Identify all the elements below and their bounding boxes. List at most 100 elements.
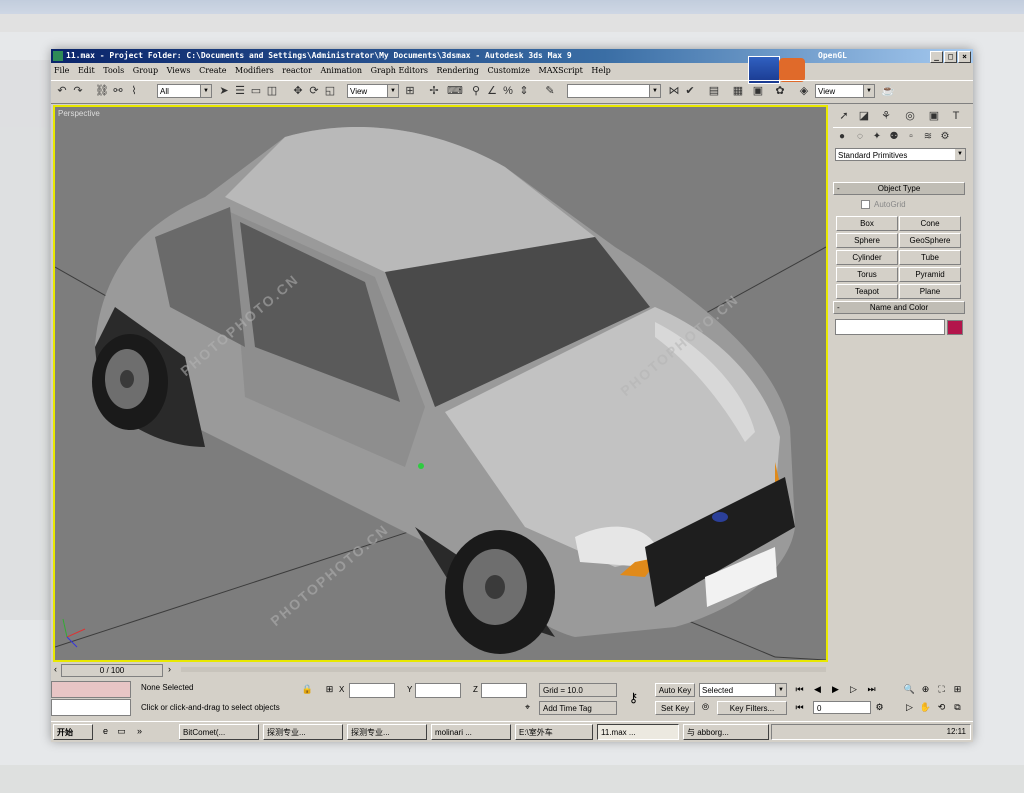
auto-key-button[interactable]: Auto Key <box>655 683 695 697</box>
cameras-icon[interactable]: ⚉ <box>887 130 901 144</box>
default-in-out-tangents-icon[interactable]: ⦾ <box>699 701 712 714</box>
current-frame-field[interactable]: 0 <box>813 701 871 714</box>
quick-launch-more-icon[interactable]: » <box>133 725 146 738</box>
key-filters-button[interactable]: Key Filters... <box>717 701 787 715</box>
move-icon[interactable]: ✥ <box>291 84 305 98</box>
menu-group[interactable]: Group <box>133 66 158 75</box>
geosphere-button[interactable]: GeoSphere <box>899 233 961 248</box>
menu-edit[interactable]: Edit <box>78 66 95 75</box>
maxscript-listener-mini[interactable] <box>51 681 131 698</box>
taskbar-item-abborg[interactable]: 与 abborg... <box>683 724 769 740</box>
space-warps-icon[interactable]: ≋ <box>921 130 935 144</box>
reference-coordinate-dropdown[interactable]: View ▼ <box>347 84 399 98</box>
create-tab-icon[interactable]: ➚ <box>835 108 853 124</box>
scale-icon[interactable]: ◱ <box>323 84 337 98</box>
link-icon[interactable]: ⛓ <box>95 84 109 98</box>
modify-tab-icon[interactable]: ◪ <box>855 108 873 124</box>
name-color-rollout[interactable]: - Name and Color <box>833 301 965 314</box>
track-bar[interactable] <box>181 667 826 672</box>
menu-file[interactable]: File <box>54 66 69 75</box>
plane-button[interactable]: Plane <box>899 284 961 299</box>
maximize-button[interactable]: □ <box>944 51 957 63</box>
quick-render-icon[interactable]: ☕ <box>881 84 895 98</box>
zoom-extents-all-icon[interactable]: ⊞ <box>951 683 964 696</box>
teapot-button[interactable]: Teapot <box>836 284 898 299</box>
go-to-start-icon[interactable]: ⏮ <box>793 683 806 696</box>
previous-frame-icon[interactable]: ◀ <box>811 683 824 696</box>
percent-snap-icon[interactable]: % <box>501 84 515 98</box>
next-frame-icon[interactable]: ▷ <box>847 683 860 696</box>
show-desktop-icon[interactable]: ▭ <box>115 725 128 738</box>
set-key-button[interactable]: Set Key <box>655 701 695 715</box>
curve-editor-icon[interactable]: ▦ <box>731 84 745 98</box>
selection-filter-dropdown[interactable]: All ▼ <box>157 84 212 98</box>
menu-maxscript[interactable]: MAXScript <box>539 66 583 75</box>
menu-modifiers[interactable]: Modifiers <box>235 66 274 75</box>
systems-icon[interactable]: ⚙ <box>938 130 952 144</box>
maximize-viewport-icon[interactable]: ⧉ <box>951 701 964 714</box>
align-icon[interactable]: ✔ <box>683 84 697 98</box>
undo-icon[interactable]: ↶ <box>55 84 69 98</box>
play-icon[interactable]: ▶ <box>829 683 842 696</box>
taskbar-item-molinari[interactable]: molinari ... <box>431 724 511 740</box>
taskbar-item-bitcomet[interactable]: BitComet(... <box>179 724 259 740</box>
zoom-icon[interactable]: 🔍 <box>903 683 916 696</box>
menu-reactor[interactable]: reactor <box>282 66 312 75</box>
render-scene-icon[interactable]: ◈ <box>797 84 811 98</box>
snap-toggle-icon[interactable]: ⚲ <box>469 84 483 98</box>
select-by-name-icon[interactable]: ☰ <box>233 84 247 98</box>
cylinder-button[interactable]: Cylinder <box>836 250 898 265</box>
time-configuration-icon[interactable]: ⚙ <box>873 701 886 714</box>
minimize-button[interactable]: _ <box>930 51 943 63</box>
select-manipulate-icon[interactable]: ✢ <box>427 84 441 98</box>
render-type-dropdown[interactable]: View ▼ <box>815 84 875 98</box>
menu-customize[interactable]: Customize <box>487 66 530 75</box>
shapes-icon[interactable]: ◌ <box>853 130 867 144</box>
named-selection-dropdown[interactable]: ▼ <box>567 84 661 98</box>
close-button[interactable]: × <box>958 51 971 63</box>
edit-named-selection-icon[interactable]: ✎ <box>543 84 557 98</box>
pan-icon[interactable]: ✋ <box>919 701 932 714</box>
key-mode-dropdown[interactable]: Selected ▼ <box>699 683 787 697</box>
utilities-tab-icon[interactable]: T <box>947 108 965 124</box>
pyramid-button[interactable]: Pyramid <box>899 267 961 282</box>
object-type-rollout[interactable]: - Object Type <box>833 182 965 195</box>
taskbar-item-folder[interactable]: E:\室外车 <box>515 724 593 740</box>
geometry-icon[interactable]: ● <box>835 130 849 144</box>
time-slider[interactable]: 0 / 100 <box>61 664 163 677</box>
window-crossing-icon[interactable]: ◫ <box>265 84 279 98</box>
start-button[interactable]: 开始 <box>53 724 93 740</box>
object-name-input[interactable] <box>835 319 945 335</box>
redo-icon[interactable]: ↷ <box>71 84 85 98</box>
taskbar-item-app-1[interactable]: 探测专业... <box>263 724 343 740</box>
menu-help[interactable]: Help <box>591 66 610 75</box>
unlink-icon[interactable]: ⚯ <box>111 84 125 98</box>
lights-icon[interactable]: ✦ <box>870 130 884 144</box>
y-coordinate-field[interactable] <box>415 683 461 698</box>
menu-tools[interactable]: Tools <box>103 66 124 75</box>
taskbar-item-app-2[interactable]: 探测专业... <box>347 724 427 740</box>
sphere-button[interactable]: Sphere <box>836 233 898 248</box>
arc-rotate-icon[interactable]: ⟲ <box>935 701 948 714</box>
menu-animation[interactable]: Animation <box>321 66 363 75</box>
box-button[interactable]: Box <box>836 216 898 231</box>
absolute-mode-icon[interactable]: ⊞ <box>323 683 336 696</box>
layer-manager-icon[interactable]: ▤ <box>707 84 721 98</box>
rect-select-region-icon[interactable]: ▭ <box>249 84 263 98</box>
x-coordinate-field[interactable] <box>349 683 395 698</box>
z-coordinate-field[interactable] <box>481 683 527 698</box>
slider-right-arrow-icon[interactable]: › <box>163 663 176 676</box>
maxscript-input[interactable] <box>51 699 131 716</box>
zoom-all-icon[interactable]: ⊕ <box>919 683 932 696</box>
helpers-icon[interactable]: ▫ <box>904 130 918 144</box>
add-time-tag-button[interactable]: Add Time Tag <box>539 701 617 715</box>
material-editor-icon[interactable]: ✿ <box>773 84 787 98</box>
pivot-center-icon[interactable]: ⊞ <box>403 84 417 98</box>
schematic-view-icon[interactable]: ▣ <box>751 84 765 98</box>
perspective-viewport[interactable]: Perspective PHOTOPHOTO.CN PHOTOPHOTO.CN … <box>53 105 828 662</box>
mirror-icon[interactable]: ⋈ <box>667 84 681 98</box>
ie-icon[interactable]: e <box>99 725 112 738</box>
object-color-swatch[interactable] <box>947 320 963 335</box>
menu-rendering[interactable]: Rendering <box>436 66 478 75</box>
display-tab-icon[interactable]: ▣ <box>925 108 943 124</box>
